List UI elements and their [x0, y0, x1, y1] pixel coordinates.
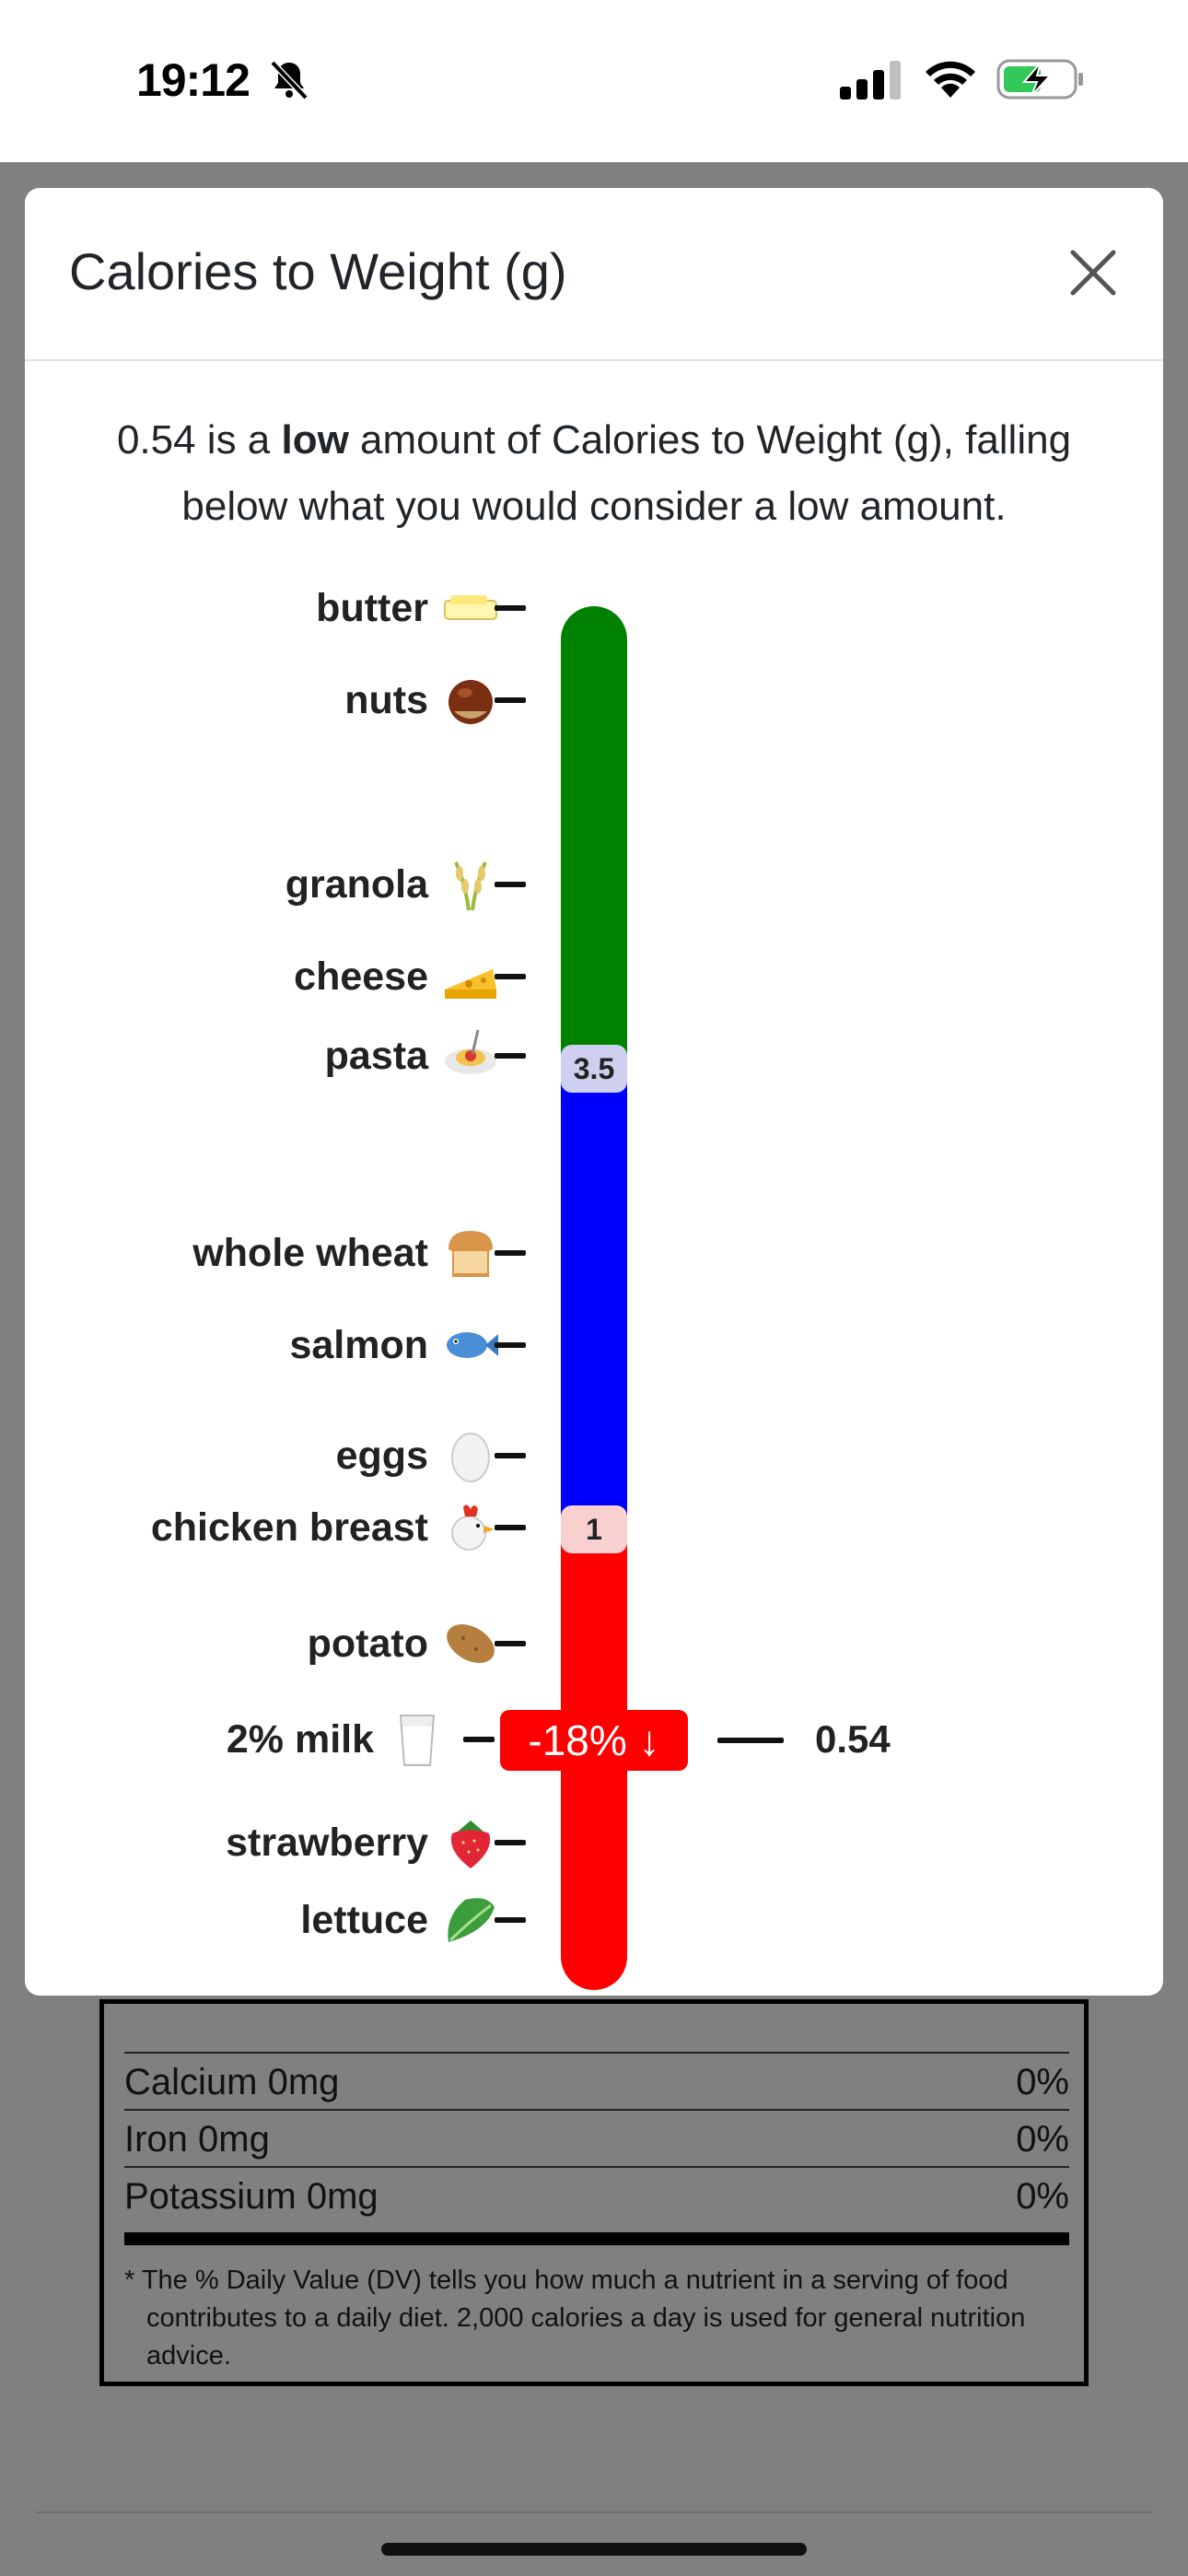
level-description: 0.54 is a low amount of Calories to Weig… — [62, 407, 1126, 540]
fish-icon — [447, 1332, 498, 1358]
food-label: whole wheat — [192, 1231, 428, 1275]
food-label: 2% milk — [226, 1717, 374, 1762]
modal-header-divider — [25, 359, 1163, 361]
food-tick — [495, 1250, 526, 1256]
food-label: chicken breast — [150, 1505, 428, 1550]
food-tick — [495, 1525, 526, 1530]
calories-to-weight-modal: Calories to Weight (g) 0.54 is a low amo… — [25, 188, 1163, 1996]
food-label: pasta — [324, 1034, 428, 1078]
wifi-icon — [926, 61, 975, 98]
egg-icon — [451, 1433, 490, 1482]
food-tick — [495, 1917, 526, 1923]
food-tick — [495, 1840, 526, 1845]
status-bar: 19:12 — [0, 0, 1188, 162]
close-icon[interactable] — [1066, 245, 1121, 300]
food-label: butter — [316, 586, 428, 630]
battery-charging-icon — [996, 59, 1083, 100]
food-label: nuts — [344, 678, 428, 722]
food-tick — [463, 1737, 495, 1742]
food-tick — [495, 1641, 526, 1646]
lettuce-icon — [448, 1898, 495, 1942]
calorie-density-gauge — [561, 606, 627, 1990]
cheese-icon — [445, 969, 496, 999]
food-tick — [495, 1053, 526, 1059]
food-tick — [495, 697, 526, 703]
food-label: salmon — [289, 1323, 428, 1367]
nutrient-dv: 0% — [1016, 2061, 1069, 2102]
nutrition-row: Potassium 0mg 0% — [124, 2166, 1069, 2225]
threshold-marker-low: 1 — [561, 1505, 627, 1553]
current-value-badge: -18% ↓ — [500, 1710, 688, 1771]
food-tick — [495, 605, 526, 611]
modal-title: Calories to Weight (g) — [69, 242, 567, 300]
food-tick — [495, 882, 526, 887]
description-pre: is a — [195, 417, 282, 463]
nutrient-dv: 0% — [1016, 2118, 1069, 2160]
nutrient-name: Potassium 0mg — [124, 2175, 379, 2217]
food-tick — [495, 974, 526, 979]
chicken-icon — [451, 1505, 495, 1551]
current-value-tick — [717, 1738, 784, 1743]
nutrition-facts-label: Calcium 0mg 0% Iron 0mg 0% Potassium 0mg… — [99, 1999, 1089, 2386]
thick-divider — [124, 2232, 1069, 2245]
nutrition-row: Iron 0mg 0% — [124, 2109, 1069, 2168]
bell-slash-icon — [270, 60, 309, 100]
rice-stalk-icon — [454, 861, 487, 911]
butter-icon — [444, 595, 497, 620]
home-indicator[interactable] — [381, 2543, 807, 2556]
milk-glass-icon — [399, 1715, 436, 1766]
description-value: 0.54 — [116, 417, 196, 463]
food-label: granola — [285, 862, 428, 907]
cellular-signal-icon — [840, 61, 901, 100]
chestnut-icon — [448, 680, 493, 724]
nutrient-name: Iron 0mg — [124, 2118, 270, 2160]
bottom-divider — [35, 2512, 1153, 2513]
description-level: low — [281, 417, 349, 463]
nutrition-row: Calcium 0mg 0% — [124, 2052, 1069, 2111]
food-label: eggs — [335, 1434, 428, 1478]
food-label: lettuce — [300, 1898, 428, 1942]
daily-value-footnote: * The % Daily Value (DV) tells you how m… — [124, 2266, 1026, 2371]
food-label: strawberry — [226, 1821, 428, 1865]
strawberry-icon — [450, 1821, 491, 1868]
food-label: potato — [307, 1622, 428, 1666]
bread-icon — [448, 1231, 493, 1277]
nutrient-dv: 0% — [1016, 2175, 1069, 2217]
potato-icon — [447, 1624, 495, 1663]
current-value: 0.54 — [815, 1717, 891, 1761]
spaghetti-icon — [445, 1029, 496, 1074]
threshold-marker-high: 3.5 — [561, 1045, 627, 1093]
gauge-high-segment — [561, 606, 627, 1069]
gauge-medium-segment — [561, 1069, 627, 1529]
nutrient-name: Calcium 0mg — [124, 2061, 340, 2102]
food-tick — [495, 1342, 526, 1348]
food-label: cheese — [294, 954, 428, 999]
food-tick — [495, 1453, 526, 1458]
status-time: 19:12 — [136, 54, 250, 106]
